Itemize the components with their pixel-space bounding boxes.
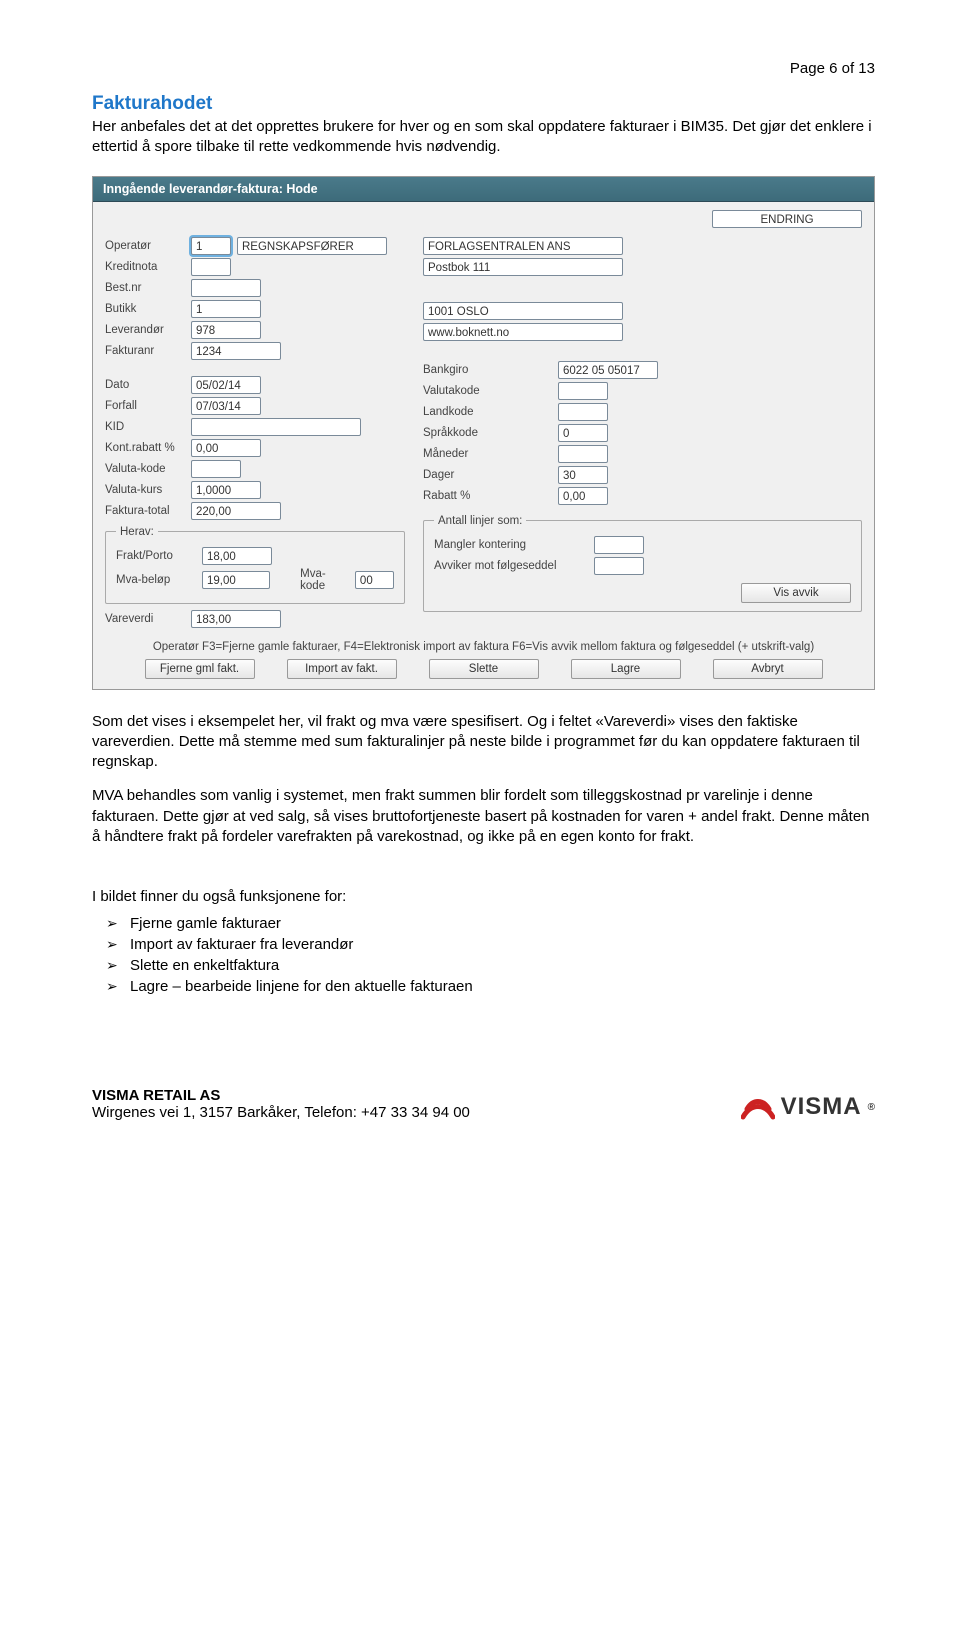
mangler-kontering-input[interactable]: [594, 536, 644, 554]
kreditnota-label: Kreditnota: [105, 261, 191, 273]
vis-avvik-button[interactable]: Vis avvik: [741, 583, 851, 603]
window-titlebar: Inngående leverandør-faktura: Hode: [93, 177, 874, 202]
valutakurs-label: Valuta-kurs: [105, 484, 191, 496]
herav-legend: Herav:: [116, 526, 158, 538]
footer-company: VISMA RETAIL AS: [92, 1087, 470, 1104]
mode-field[interactable]: ENDRING: [712, 210, 862, 228]
lagre-button[interactable]: Lagre: [571, 659, 681, 679]
list-item: Slette en enkeltfaktura: [114, 955, 875, 976]
mvakode-label: Mva-kode: [300, 568, 349, 592]
list-item: Lagre – bearbeide linjene for den aktuel…: [114, 976, 875, 997]
visma-logo: VISMA ®: [741, 1093, 875, 1121]
leverandor-label: Leverandør: [105, 324, 191, 336]
fakturatotal-input[interactable]: 220,00: [191, 502, 281, 520]
mvabelop-input[interactable]: 19,00: [202, 571, 270, 589]
antall-linjer-fieldset: Antall linjer som: Mangler kontering Avv…: [423, 515, 862, 612]
mvakode-input[interactable]: 00: [355, 571, 394, 589]
fakturatotal-label: Faktura-total: [105, 505, 191, 517]
fakturanr-input[interactable]: 1234: [191, 342, 281, 360]
fjerne-gml-fakt-button[interactable]: Fjerne gml fakt.: [145, 659, 255, 679]
bestnr-input[interactable]: [191, 279, 261, 297]
mvabelop-label: Mva-beløp: [116, 574, 202, 586]
list-item: Import av fakturaer fra leverandør: [114, 934, 875, 955]
rabatt-input[interactable]: 0,00: [558, 487, 608, 505]
avviker-label: Avviker mot følgeseddel: [434, 560, 594, 572]
maneder-label: Måneder: [423, 448, 558, 460]
app-window: Inngående leverandør-faktura: Hode ENDRI…: [92, 176, 875, 690]
url-field[interactable]: www.boknett.no: [423, 323, 623, 341]
antall-linjer-legend: Antall linjer som:: [434, 515, 526, 527]
avbryt-button[interactable]: Avbryt: [713, 659, 823, 679]
mangler-kontering-label: Mangler kontering: [434, 539, 594, 551]
bankgiro-label: Bankgiro: [423, 364, 558, 376]
forfall-input[interactable]: 07/03/14: [191, 397, 261, 415]
valutakode-input[interactable]: [191, 460, 241, 478]
paragraph-2: Som det vises i eksempelet her, vil frak…: [92, 712, 875, 773]
list-item: Fjerne gamle fakturaer: [114, 913, 875, 934]
kontrabatt-label: Kont.rabatt %: [105, 442, 191, 454]
r-valutakode-input[interactable]: [558, 382, 608, 400]
keyboard-hint: Operatør F3=Fjerne gamle fakturaer, F4=E…: [105, 641, 862, 653]
addr2-field[interactable]: 1001 OSLO: [423, 302, 623, 320]
slette-button[interactable]: Slette: [429, 659, 539, 679]
dato-label: Dato: [105, 379, 191, 391]
bankgiro-input[interactable]: 6022 05 05017: [558, 361, 658, 379]
registered-mark: ®: [868, 1102, 875, 1113]
fakturanr-label: Fakturanr: [105, 345, 191, 357]
forfall-label: Forfall: [105, 400, 191, 412]
company-field[interactable]: FORLAGSENTRALEN ANS: [423, 237, 623, 255]
addr1-field[interactable]: Postbok 111: [423, 258, 623, 276]
avviker-input[interactable]: [594, 557, 644, 575]
footer-address: Wirgenes vei 1, 3157 Barkåker, Telefon: …: [92, 1104, 470, 1121]
bestnr-label: Best.nr: [105, 282, 191, 294]
r-valutakode-label: Valutakode: [423, 385, 558, 397]
landkode-input[interactable]: [558, 403, 608, 421]
intro-paragraph: Her anbefales det at det opprettes bruke…: [92, 117, 875, 158]
kreditnota-input[interactable]: [191, 258, 231, 276]
functions-list: Fjerne gamle fakturaer Import av faktura…: [92, 913, 875, 997]
operator-input[interactable]: 1: [191, 237, 231, 255]
kid-label: KID: [105, 421, 191, 433]
vareverdi-input[interactable]: 183,00: [191, 610, 281, 628]
visma-logo-icon: [741, 1093, 775, 1121]
dager-label: Dager: [423, 469, 558, 481]
valutakode-label: Valuta-kode: [105, 463, 191, 475]
kontrabatt-input[interactable]: 0,00: [191, 439, 261, 457]
rabatt-label: Rabatt %: [423, 490, 558, 502]
functions-intro: I bildet finner du også funksjonene for:: [92, 887, 875, 907]
operator-name-field[interactable]: REGNSKAPSFØRER: [237, 237, 387, 255]
footer-text: VISMA RETAIL AS Wirgenes vei 1, 3157 Bar…: [92, 1087, 470, 1121]
fraktporto-input[interactable]: 18,00: [202, 547, 272, 565]
herav-fieldset: Herav: Frakt/Porto18,00 Mva-beløp 19,00 …: [105, 526, 405, 604]
import-av-fakt-button[interactable]: Import av fakt.: [287, 659, 397, 679]
page-number: Page 6 of 13: [92, 60, 875, 77]
dato-input[interactable]: 05/02/14: [191, 376, 261, 394]
vareverdi-label: Vareverdi: [105, 613, 191, 625]
maneder-input[interactable]: [558, 445, 608, 463]
operator-label: Operatør: [105, 240, 191, 252]
fraktporto-label: Frakt/Porto: [116, 550, 202, 562]
sprakkode-input[interactable]: 0: [558, 424, 608, 442]
paragraph-3: MVA behandles som vanlig i systemet, men…: [92, 786, 875, 847]
butikk-label: Butikk: [105, 303, 191, 315]
visma-logo-text: VISMA: [781, 1093, 862, 1121]
section-heading: Fakturahodet: [92, 93, 875, 115]
leverandor-input[interactable]: 978: [191, 321, 261, 339]
butikk-input[interactable]: 1: [191, 300, 261, 318]
dager-input[interactable]: 30: [558, 466, 608, 484]
sprakkode-label: Språkkode: [423, 427, 558, 439]
landkode-label: Landkode: [423, 406, 558, 418]
kid-input[interactable]: [191, 418, 361, 436]
valutakurs-input[interactable]: 1,0000: [191, 481, 261, 499]
